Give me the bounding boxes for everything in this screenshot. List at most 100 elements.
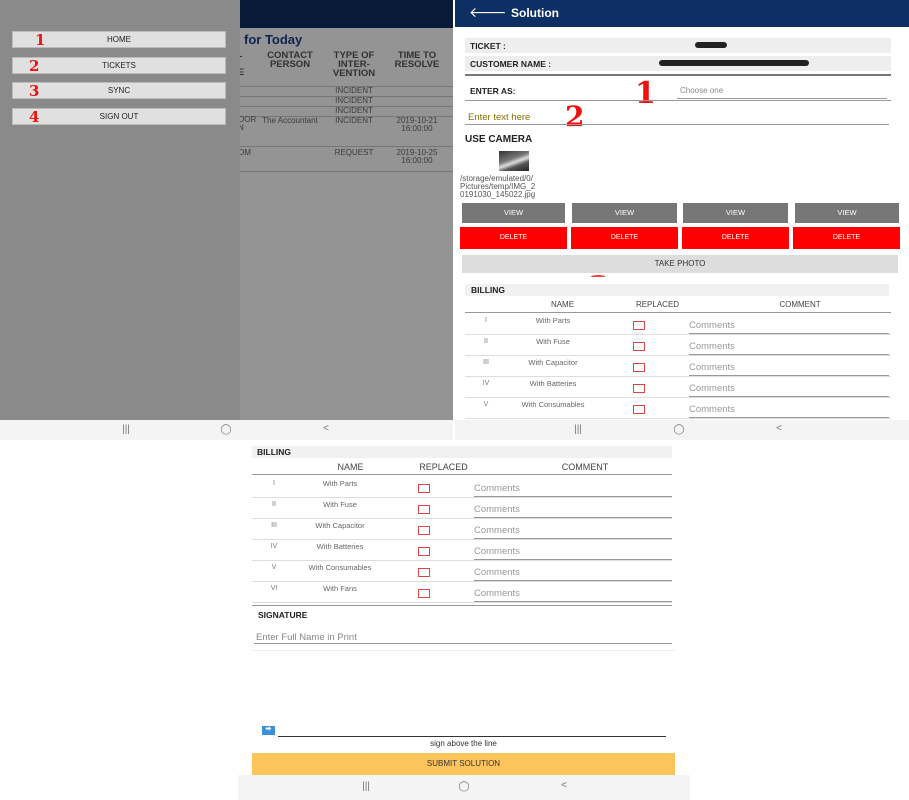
solution-screen-panel: 🡐 Solution TICKET : CUSTOMER NAME : ENTE… (455, 0, 909, 440)
row-divider (465, 418, 891, 419)
back-icon[interactable]: < (316, 423, 336, 434)
back-icon[interactable]: < (554, 780, 574, 791)
billing-header: BILLING (465, 284, 889, 296)
delete-button-3[interactable]: DELETE (682, 227, 789, 249)
row-number: I (273, 480, 275, 487)
divider (465, 74, 891, 76)
row-number: VI (270, 585, 278, 592)
system-nav-bar: ||| ◯ < (0, 420, 453, 440)
delete-button-1[interactable]: DELETE (460, 227, 567, 249)
photo-thumbnail[interactable] (499, 151, 529, 171)
replaced-checkbox[interactable] (633, 405, 645, 414)
comment-input[interactable]: Comments (474, 546, 520, 557)
row-number: V (483, 401, 489, 408)
home-icon[interactable]: ◯ (454, 781, 474, 792)
replaced-checkbox[interactable] (418, 589, 430, 598)
col-header-name: NAME (337, 462, 364, 472)
comment-input[interactable]: Comments (474, 483, 520, 494)
annotation-number: 4 (29, 108, 40, 126)
replaced-checkbox[interactable] (633, 321, 645, 330)
dropdown-underline (677, 98, 887, 99)
drawer-item-label: TICKETS (102, 61, 136, 70)
replaced-checkbox[interactable] (418, 547, 430, 556)
comment-input[interactable]: Comments (474, 525, 520, 536)
row-number: IV (482, 380, 490, 387)
row-number: III (483, 359, 489, 366)
row-name: With Fuse (323, 500, 357, 509)
redacted-customer-value (659, 60, 809, 66)
clear-signature-icon[interactable]: ⮕ (262, 726, 275, 735)
drawer-item-sync[interactable]: SYNC (12, 82, 226, 99)
replaced-checkbox[interactable] (633, 363, 645, 372)
customer-name-label: CUSTOMER NAME : (470, 59, 552, 69)
comment-input[interactable]: Comments (474, 504, 520, 515)
full-name-input[interactable]: Enter Full Name in Print (256, 632, 357, 643)
loading-indicator (591, 275, 605, 278)
view-button-2[interactable]: VIEW (572, 203, 677, 223)
sign-caption: sign above the line (430, 739, 497, 748)
signature-line (278, 736, 666, 737)
row-name: With Capacitor (528, 358, 578, 367)
delete-button-4[interactable]: DELETE (793, 227, 900, 249)
row-name: With Parts (322, 479, 358, 488)
system-nav-bar: ||| ◯ < (455, 420, 909, 440)
home-icon[interactable]: ◯ (216, 424, 236, 435)
back-icon[interactable]: < (769, 423, 789, 434)
billing-header: BILLING (252, 446, 672, 458)
comment-input[interactable]: Comments (689, 341, 735, 352)
navigation-drawer: HOME 1 TICKETS 2 SYNC 3 SIGN OUT 4 (0, 0, 240, 420)
row-number: V (271, 564, 277, 571)
replaced-checkbox[interactable] (418, 505, 430, 514)
view-button-3[interactable]: VIEW (683, 203, 788, 223)
comment-input[interactable]: Comments (474, 588, 520, 599)
drawer-item-label: SIGN OUT (99, 112, 139, 121)
row-name: With Consumables (308, 563, 372, 572)
divider (252, 474, 672, 475)
comment-input[interactable]: Comments (474, 567, 520, 578)
use-camera-label: USE CAMERA (465, 134, 533, 145)
row-name: With Batteries (529, 379, 577, 388)
col-header-comment: COMMENT (779, 300, 821, 309)
replaced-checkbox[interactable] (633, 342, 645, 351)
col-header-name: NAME (550, 300, 575, 309)
row-name: With Fuse (536, 337, 570, 346)
enter-as-label: ENTER AS: (470, 86, 516, 96)
view-button-1[interactable]: VIEW (462, 203, 565, 223)
signature-pad[interactable] (252, 650, 675, 738)
row-name: With Batteries (316, 542, 364, 551)
row-name: With Consumables (521, 400, 585, 409)
submit-solution-button[interactable]: SUBMIT SOLUTION (252, 753, 675, 775)
ticket-row: TICKET : (465, 38, 891, 53)
recents-icon[interactable]: ||| (356, 781, 376, 792)
view-button-4[interactable]: VIEW (795, 203, 899, 223)
take-photo-button[interactable]: TAKE PHOTO (462, 255, 898, 273)
replaced-checkbox[interactable] (418, 484, 430, 493)
home-icon[interactable]: ◯ (669, 424, 689, 435)
comment-input[interactable]: Comments (689, 362, 735, 373)
row-divider (252, 560, 672, 561)
row-divider (465, 355, 891, 356)
comment-input[interactable]: Comments (689, 404, 735, 415)
row-number: IV (270, 543, 278, 550)
text-input-underline (465, 124, 889, 125)
recents-icon[interactable]: ||| (116, 424, 136, 435)
replaced-checkbox[interactable] (633, 384, 645, 393)
row-divider (252, 581, 672, 582)
comment-input[interactable]: Comments (689, 383, 735, 394)
replaced-checkbox[interactable] (418, 568, 430, 577)
row-divider (465, 376, 891, 377)
back-arrow-icon[interactable]: 🡐 (469, 4, 507, 21)
delete-button-2[interactable]: DELETE (571, 227, 678, 249)
replaced-checkbox[interactable] (418, 526, 430, 535)
annotation-number: 1 (35, 31, 46, 49)
drawer-item-tickets[interactable]: TICKETS (12, 57, 226, 74)
row-number: III (271, 522, 277, 529)
drawer-item-sign-out[interactable]: SIGN OUT (12, 108, 226, 125)
drawer-item-label: SYNC (107, 86, 131, 95)
text-input[interactable]: Enter text here (468, 112, 530, 123)
recents-icon[interactable]: ||| (568, 424, 588, 435)
enter-as-dropdown[interactable]: Choose one (680, 86, 723, 95)
col-header-replaced: REPLACED (419, 462, 468, 472)
row-divider (465, 397, 891, 398)
comment-input[interactable]: Comments (689, 320, 735, 331)
